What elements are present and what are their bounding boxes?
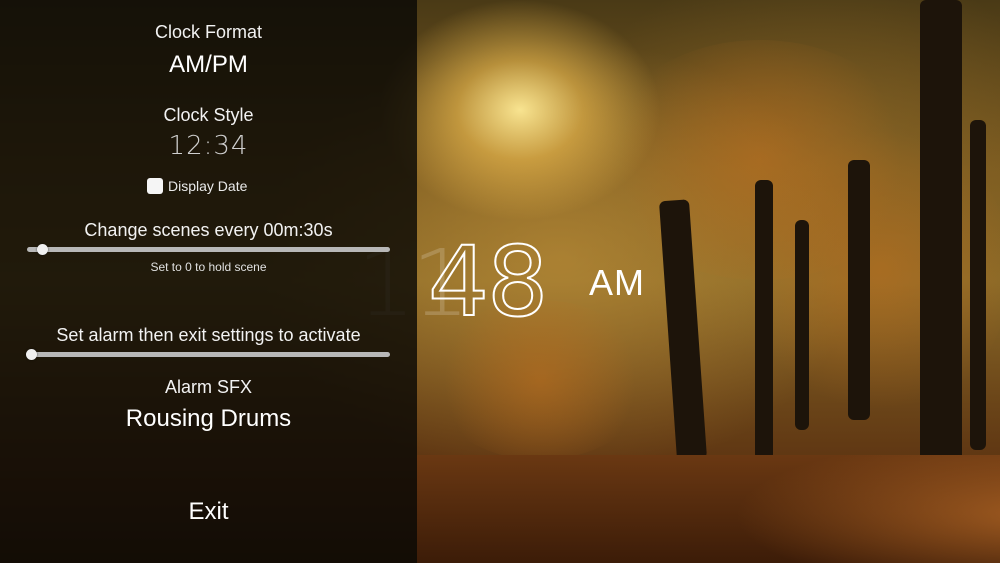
clock-format-value[interactable]: AM/PM [0, 51, 417, 79]
display-date-toggle[interactable]: Display Date [147, 178, 247, 194]
alarm-sfx-value[interactable]: Rousing Drums [0, 405, 417, 433]
scene-change-hint: Set to 0 to hold scene [150, 260, 267, 274]
alarm-sfx-label: Alarm SFX [164, 377, 252, 397]
clock-style-preview[interactable]: 12:34 [0, 131, 417, 161]
alarm-label: Set alarm then exit settings to activate [56, 325, 361, 345]
settings-panel: Clock Format AM/PM Clock Style 12:34 Dis… [0, 0, 417, 563]
clock-ampm: AM [589, 262, 645, 303]
scene-change-slider-track[interactable] [27, 247, 390, 252]
scene-change-label: Change scenes every 00m:30s [84, 220, 333, 240]
clock-format-label: Clock Format [154, 22, 262, 42]
alarm-slider-track[interactable] [27, 352, 390, 357]
clock-style-label: Clock Style [163, 105, 254, 125]
display-date-checkbox[interactable] [147, 178, 163, 194]
clock-minutes: 48 [427, 225, 549, 339]
exit-button[interactable]: Exit [0, 498, 417, 526]
scene-change-slider-thumb[interactable] [37, 244, 48, 255]
display-date-label: Display Date [168, 178, 248, 194]
alarm-slider-thumb[interactable] [26, 349, 37, 360]
